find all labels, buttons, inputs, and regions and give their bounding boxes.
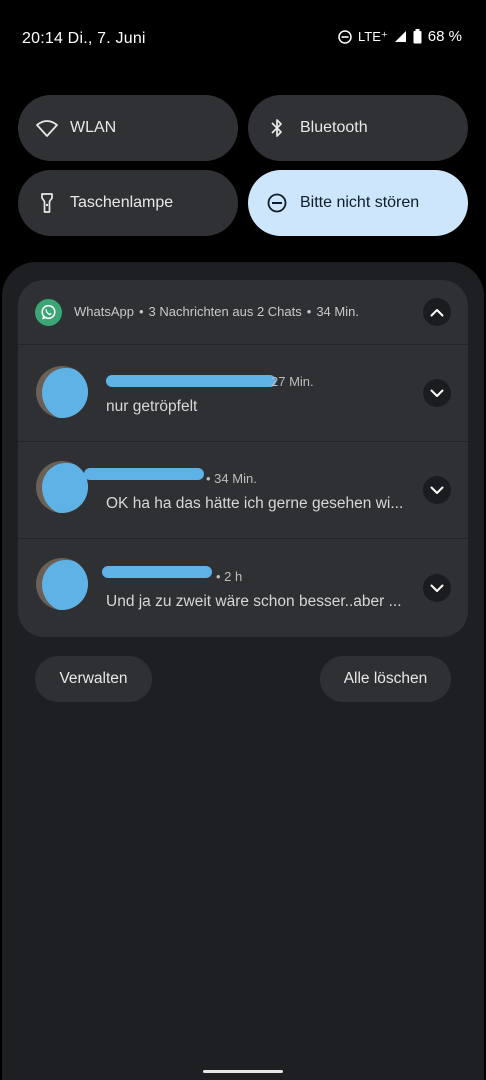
tile-label: WLAN: [70, 119, 117, 136]
tile-label: Taschenlampe: [70, 194, 174, 211]
avatar: [36, 366, 88, 418]
notification-header[interactable]: WhatsApp • 3 Nachrichten aus 2 Chats • 34 Mi…: [18, 280, 468, 344]
tile-wlan[interactable]: WLAN: [18, 95, 238, 161]
whatsapp-icon: [35, 299, 62, 326]
redaction-mark: [42, 368, 88, 418]
dnd-icon: [266, 192, 288, 214]
message-time: • 2 h: [216, 569, 243, 584]
battery-level: 68 %: [427, 28, 462, 45]
tile-label: Bluetooth: [300, 119, 368, 136]
chevron-down-icon: [430, 486, 444, 494]
clear-all-button[interactable]: Alle löschen: [320, 656, 451, 702]
gesture-handle[interactable]: [203, 1070, 283, 1073]
message-item[interactable]: • 2 h Und ja zu zweit wäre schon besser.…: [18, 539, 468, 635]
signal-icon: [394, 30, 407, 43]
app-name: WhatsApp: [74, 304, 134, 319]
message-time: 27 Min.: [271, 374, 314, 389]
expand-button[interactable]: [423, 476, 451, 504]
summary-text: 3 Nachrichten aus 2 Chats: [148, 304, 302, 319]
flashlight-icon: [36, 192, 58, 214]
redaction-mark: [42, 463, 88, 513]
message-text: nur getröpfelt: [106, 398, 198, 415]
redacted-sender-name: [106, 375, 276, 387]
message-text: OK ha ha das hätte ich gerne gesehen wi.…: [106, 495, 404, 512]
battery-icon: [413, 29, 422, 44]
time-value: 2 h: [224, 569, 243, 584]
tile-flashlight[interactable]: Taschenlampe: [18, 170, 238, 236]
dnd-status-icon: [338, 29, 352, 44]
whatsapp-notification-group[interactable]: WhatsApp • 3 Nachrichten aus 2 Chats • 34 Mi…: [18, 280, 468, 637]
redaction-mark: [42, 560, 88, 610]
tile-label: Bitte nicht stören: [300, 194, 420, 211]
bluetooth-icon: [266, 117, 288, 139]
time-value: 34 Min.: [214, 471, 257, 486]
status-bar: 20:14 Di., 7. Juni LTE⁺ 68 %: [0, 0, 486, 78]
message-item[interactable]: • 34 Min. OK ha ha das hätte ich gerne g…: [18, 442, 468, 538]
chevron-up-icon: [430, 308, 444, 316]
tile-do-not-disturb[interactable]: Bitte nicht stören: [248, 170, 468, 236]
collapse-button[interactable]: [423, 298, 451, 326]
message-item[interactable]: 27 Min. nur getröpfelt: [18, 345, 468, 441]
summary-time: 34 Min.: [316, 304, 359, 319]
message-time: • 34 Min.: [206, 471, 257, 486]
network-type: LTE⁺: [358, 28, 388, 44]
notification-summary: WhatsApp • 3 Nachrichten aus 2 Chats • 34 Mi…: [74, 304, 359, 319]
status-icons: LTE⁺ 68 %: [338, 28, 462, 45]
avatar: [36, 558, 88, 610]
manage-button[interactable]: Verwalten: [35, 656, 152, 702]
tile-bluetooth[interactable]: Bluetooth: [248, 95, 468, 161]
message-text: Und ja zu zweit wäre schon besser..aber …: [106, 593, 402, 610]
redacted-sender-name: [84, 468, 204, 480]
expand-button[interactable]: [423, 574, 451, 602]
avatar: [36, 461, 88, 513]
chevron-down-icon: [430, 584, 444, 592]
redacted-sender-name: [102, 566, 212, 578]
expand-button[interactable]: [423, 379, 451, 407]
wifi-icon: [36, 117, 58, 139]
clock-date: 20:14 Di., 7. Juni: [22, 30, 146, 47]
chevron-down-icon: [430, 389, 444, 397]
